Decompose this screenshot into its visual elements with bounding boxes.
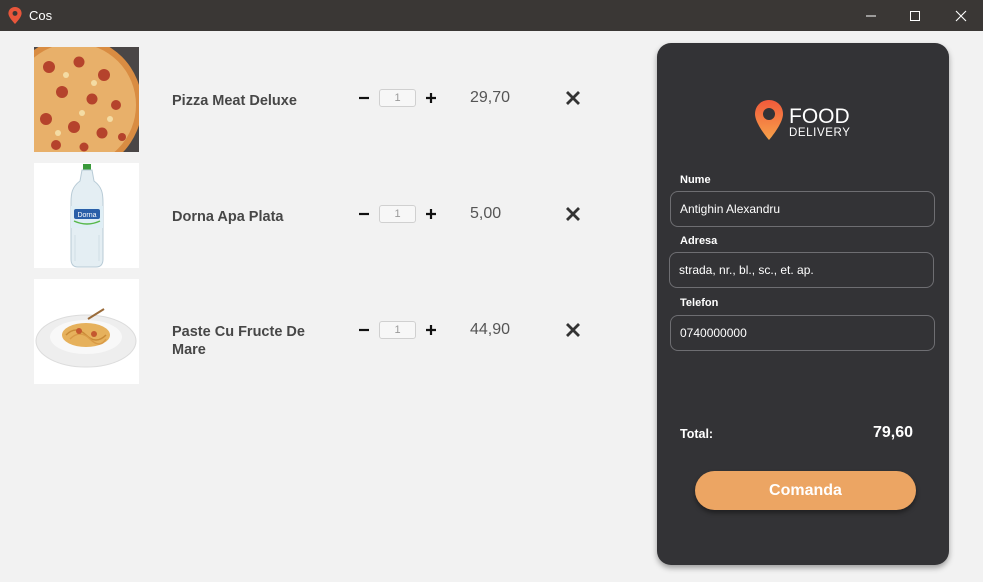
logo-text-delivery: DELIVERY <box>789 127 851 139</box>
quantity-field[interactable]: 1 <box>379 205 416 223</box>
address-field[interactable] <box>669 252 934 288</box>
logo-text-food: FOOD <box>789 105 850 128</box>
minimize-icon <box>866 15 876 16</box>
pasta-image <box>34 279 139 384</box>
minimize-button[interactable] <box>848 0 894 31</box>
item-price: 5,00 <box>470 205 502 222</box>
pizza-image <box>34 47 139 152</box>
remove-icon[interactable] <box>565 206 581 222</box>
total-value: 79,60 <box>873 424 914 441</box>
name-field[interactable] <box>670 191 935 227</box>
item-name: Paste Cu Fructe De Mare <box>172 324 305 358</box>
cart-item: Dorna Dorna Apa Plata 1 5,00 <box>34 163 594 268</box>
total-label: Total: <box>680 427 714 441</box>
phone-field[interactable] <box>670 315 935 351</box>
food-delivery-logo: FOOD DELIVERY <box>755 100 855 142</box>
window-title: Cos <box>29 8 53 23</box>
plus-icon[interactable] <box>423 90 439 106</box>
address-label: Adresa <box>680 235 718 247</box>
item-price: 44,90 <box>470 321 511 338</box>
plus-icon[interactable] <box>423 322 439 338</box>
item-name: Dorna Apa Plata <box>172 209 284 225</box>
close-icon <box>955 10 967 21</box>
location-pin-icon <box>8 7 22 24</box>
item-price: 29,70 <box>470 89 511 106</box>
close-button[interactable] <box>938 0 983 31</box>
item-name: Pizza Meat Deluxe <box>172 93 297 109</box>
minus-icon[interactable] <box>356 322 372 338</box>
cart-item: Pizza Meat Deluxe 1 29,70 <box>34 47 594 152</box>
water-bottle-image: Dorna <box>34 163 139 268</box>
order-button[interactable]: Comanda <box>695 471 916 510</box>
minus-icon[interactable] <box>356 90 372 106</box>
plus-icon[interactable] <box>423 206 439 222</box>
maximize-icon <box>910 10 920 21</box>
remove-icon[interactable] <box>565 90 581 106</box>
maximize-button[interactable] <box>892 0 938 31</box>
cart-item: Paste Cu Fructe De Mare 1 44,90 <box>34 279 594 384</box>
phone-label: Telefon <box>680 297 719 309</box>
name-label: Nume <box>680 174 711 186</box>
svg-text:Dorna: Dorna <box>77 212 96 219</box>
remove-icon[interactable] <box>565 322 581 338</box>
location-pin-icon <box>755 100 783 140</box>
quantity-field[interactable]: 1 <box>379 321 416 339</box>
title-bar: Cos <box>0 0 983 31</box>
order-panel: FOOD DELIVERY Nume Adresa Telefon Total:… <box>657 43 949 565</box>
quantity-field[interactable]: 1 <box>379 89 416 107</box>
minus-icon[interactable] <box>356 206 372 222</box>
